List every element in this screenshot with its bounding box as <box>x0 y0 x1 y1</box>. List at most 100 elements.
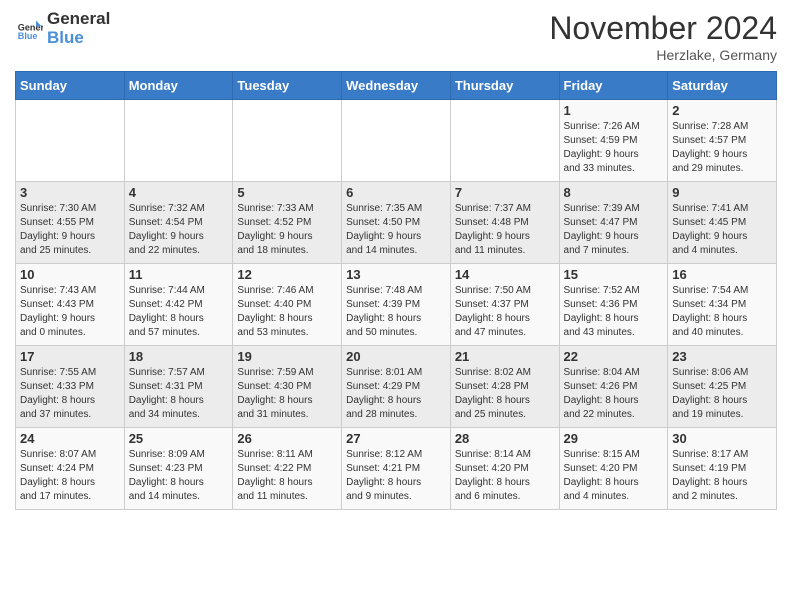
title-area: November 2024 Herzlake, Germany <box>549 10 777 63</box>
day-info: Sunrise: 7:44 AM Sunset: 4:42 PM Dayligh… <box>129 284 229 340</box>
day-info: Sunrise: 8:15 AM Sunset: 4:20 PM Dayligh… <box>564 448 664 504</box>
day-number: 18 <box>129 349 229 364</box>
calendar-cell: 23 Sunrise: 8:06 AM Sunset: 4:25 PM Dayli… <box>668 346 777 428</box>
calendar-cell: 1 Sunrise: 7:26 AM Sunset: 4:59 PM Daylig… <box>559 100 668 182</box>
day-number: 24 <box>20 431 120 446</box>
calendar-table: SundayMondayTuesdayWednesdayThursdayFrid… <box>15 71 777 510</box>
logo-icon: General Blue <box>15 15 43 43</box>
day-number: 9 <box>672 185 772 200</box>
day-info: Sunrise: 7:43 AM Sunset: 4:43 PM Dayligh… <box>20 284 120 340</box>
calendar-cell: 19 Sunrise: 7:59 AM Sunset: 4:30 PM Dayli… <box>233 346 342 428</box>
calendar-cell: 3 Sunrise: 7:30 AM Sunset: 4:55 PM Daylig… <box>16 182 125 264</box>
calendar-cell: 18Sunrise: 7:57 AM Sunset: 4:31 PM Dayli… <box>124 346 233 428</box>
day-number: 10 <box>20 267 120 282</box>
day-info: Sunrise: 8:12 AM Sunset: 4:21 PM Dayligh… <box>346 448 446 504</box>
calendar-week-row: 24 Sunrise: 8:07 AM Sunset: 4:24 PM Dayli… <box>16 428 777 510</box>
calendar-cell: 15 Sunrise: 7:52 AM Sunset: 4:36 PM Dayli… <box>559 264 668 346</box>
day-number: 4 <box>129 185 229 200</box>
weekday-header-tuesday: Tuesday <box>233 72 342 100</box>
calendar-cell: 22Sunrise: 8:04 AM Sunset: 4:26 PM Dayli… <box>559 346 668 428</box>
day-number: 26 <box>237 431 337 446</box>
calendar-cell: 12 Sunrise: 7:46 AM Sunset: 4:40 PM Dayli… <box>233 264 342 346</box>
day-number: 23 <box>672 349 772 364</box>
calendar-cell: 11Sunrise: 7:44 AM Sunset: 4:42 PM Dayli… <box>124 264 233 346</box>
calendar-cell: 21Sunrise: 8:02 AM Sunset: 4:28 PM Dayli… <box>450 346 559 428</box>
day-number: 19 <box>237 349 337 364</box>
day-number: 16 <box>672 267 772 282</box>
weekday-header-wednesday: Wednesday <box>342 72 451 100</box>
calendar-week-row: 1 Sunrise: 7:26 AM Sunset: 4:59 PM Daylig… <box>16 100 777 182</box>
calendar-cell: 7 Sunrise: 7:37 AM Sunset: 4:48 PM Daylig… <box>450 182 559 264</box>
day-number: 25 <box>129 431 229 446</box>
day-number: 13 <box>346 267 446 282</box>
calendar-cell <box>450 100 559 182</box>
day-info: Sunrise: 7:33 AM Sunset: 4:52 PM Dayligh… <box>237 202 337 258</box>
day-number: 17 <box>20 349 120 364</box>
calendar-cell: 14Sunrise: 7:50 AM Sunset: 4:37 PM Dayli… <box>450 264 559 346</box>
day-number: 12 <box>237 267 337 282</box>
calendar-week-row: 17 Sunrise: 7:55 AM Sunset: 4:33 PM Dayli… <box>16 346 777 428</box>
calendar-cell <box>233 100 342 182</box>
logo-blue-text: Blue <box>47 29 110 48</box>
day-info: Sunrise: 7:55 AM Sunset: 4:33 PM Dayligh… <box>20 366 120 422</box>
calendar-cell: 25Sunrise: 8:09 AM Sunset: 4:23 PM Dayli… <box>124 428 233 510</box>
day-number: 20 <box>346 349 446 364</box>
calendar-cell <box>342 100 451 182</box>
day-info: Sunrise: 7:41 AM Sunset: 4:45 PM Dayligh… <box>672 202 772 258</box>
day-number: 5 <box>237 185 337 200</box>
calendar-cell: 2Sunrise: 7:28 AM Sunset: 4:57 PM Daylig… <box>668 100 777 182</box>
calendar-cell: 30 Sunrise: 8:17 AM Sunset: 4:19 PM Dayli… <box>668 428 777 510</box>
weekday-header-friday: Friday <box>559 72 668 100</box>
calendar-cell: 10 Sunrise: 7:43 AM Sunset: 4:43 PM Dayli… <box>16 264 125 346</box>
logo-general-text: General <box>47 10 110 29</box>
day-info: Sunrise: 7:37 AM Sunset: 4:48 PM Dayligh… <box>455 202 555 258</box>
day-number: 6 <box>346 185 446 200</box>
day-info: Sunrise: 8:07 AM Sunset: 4:24 PM Dayligh… <box>20 448 120 504</box>
calendar-cell <box>16 100 125 182</box>
day-info: Sunrise: 7:39 AM Sunset: 4:47 PM Dayligh… <box>564 202 664 258</box>
day-info: Sunrise: 8:01 AM Sunset: 4:29 PM Dayligh… <box>346 366 446 422</box>
calendar-week-row: 3 Sunrise: 7:30 AM Sunset: 4:55 PM Daylig… <box>16 182 777 264</box>
page-container: General Blue General Blue November 2024 … <box>0 0 792 520</box>
calendar-cell: 16 Sunrise: 7:54 AM Sunset: 4:34 PM Dayli… <box>668 264 777 346</box>
calendar-cell: 20 Sunrise: 8:01 AM Sunset: 4:29 PM Dayli… <box>342 346 451 428</box>
day-info: Sunrise: 8:11 AM Sunset: 4:22 PM Dayligh… <box>237 448 337 504</box>
day-info: Sunrise: 7:52 AM Sunset: 4:36 PM Dayligh… <box>564 284 664 340</box>
day-number: 29 <box>564 431 664 446</box>
day-info: Sunrise: 8:17 AM Sunset: 4:19 PM Dayligh… <box>672 448 772 504</box>
day-number: 27 <box>346 431 446 446</box>
calendar-cell: 29 Sunrise: 8:15 AM Sunset: 4:20 PM Dayli… <box>559 428 668 510</box>
weekday-row: SundayMondayTuesdayWednesdayThursdayFrid… <box>16 72 777 100</box>
calendar-cell: 8 Sunrise: 7:39 AM Sunset: 4:47 PM Daylig… <box>559 182 668 264</box>
day-info: Sunrise: 7:26 AM Sunset: 4:59 PM Dayligh… <box>564 120 664 176</box>
day-number: 21 <box>455 349 555 364</box>
day-number: 3 <box>20 185 120 200</box>
day-number: 15 <box>564 267 664 282</box>
day-info: Sunrise: 8:06 AM Sunset: 4:25 PM Dayligh… <box>672 366 772 422</box>
day-number: 2 <box>672 103 772 118</box>
weekday-header-saturday: Saturday <box>668 72 777 100</box>
day-number: 1 <box>564 103 664 118</box>
day-info: Sunrise: 7:46 AM Sunset: 4:40 PM Dayligh… <box>237 284 337 340</box>
day-info: Sunrise: 8:04 AM Sunset: 4:26 PM Dayligh… <box>564 366 664 422</box>
calendar-cell: 6Sunrise: 7:35 AM Sunset: 4:50 PM Daylig… <box>342 182 451 264</box>
day-info: Sunrise: 7:48 AM Sunset: 4:39 PM Dayligh… <box>346 284 446 340</box>
calendar-header: SundayMondayTuesdayWednesdayThursdayFrid… <box>16 72 777 100</box>
calendar-cell: 9 Sunrise: 7:41 AM Sunset: 4:45 PM Daylig… <box>668 182 777 264</box>
day-info: Sunrise: 8:14 AM Sunset: 4:20 PM Dayligh… <box>455 448 555 504</box>
day-info: Sunrise: 7:59 AM Sunset: 4:30 PM Dayligh… <box>237 366 337 422</box>
day-info: Sunrise: 7:30 AM Sunset: 4:55 PM Dayligh… <box>20 202 120 258</box>
weekday-header-monday: Monday <box>124 72 233 100</box>
calendar-cell: 27 Sunrise: 8:12 AM Sunset: 4:21 PM Dayli… <box>342 428 451 510</box>
day-number: 8 <box>564 185 664 200</box>
calendar-cell: 4 Sunrise: 7:32 AM Sunset: 4:54 PM Daylig… <box>124 182 233 264</box>
weekday-header-thursday: Thursday <box>450 72 559 100</box>
day-info: Sunrise: 7:54 AM Sunset: 4:34 PM Dayligh… <box>672 284 772 340</box>
calendar-cell: 24 Sunrise: 8:07 AM Sunset: 4:24 PM Dayli… <box>16 428 125 510</box>
day-number: 30 <box>672 431 772 446</box>
day-info: Sunrise: 7:32 AM Sunset: 4:54 PM Dayligh… <box>129 202 229 258</box>
calendar-cell: 17 Sunrise: 7:55 AM Sunset: 4:33 PM Dayli… <box>16 346 125 428</box>
calendar-cell: 28Sunrise: 8:14 AM Sunset: 4:20 PM Dayli… <box>450 428 559 510</box>
day-number: 7 <box>455 185 555 200</box>
calendar-cell: 13 Sunrise: 7:48 AM Sunset: 4:39 PM Dayli… <box>342 264 451 346</box>
